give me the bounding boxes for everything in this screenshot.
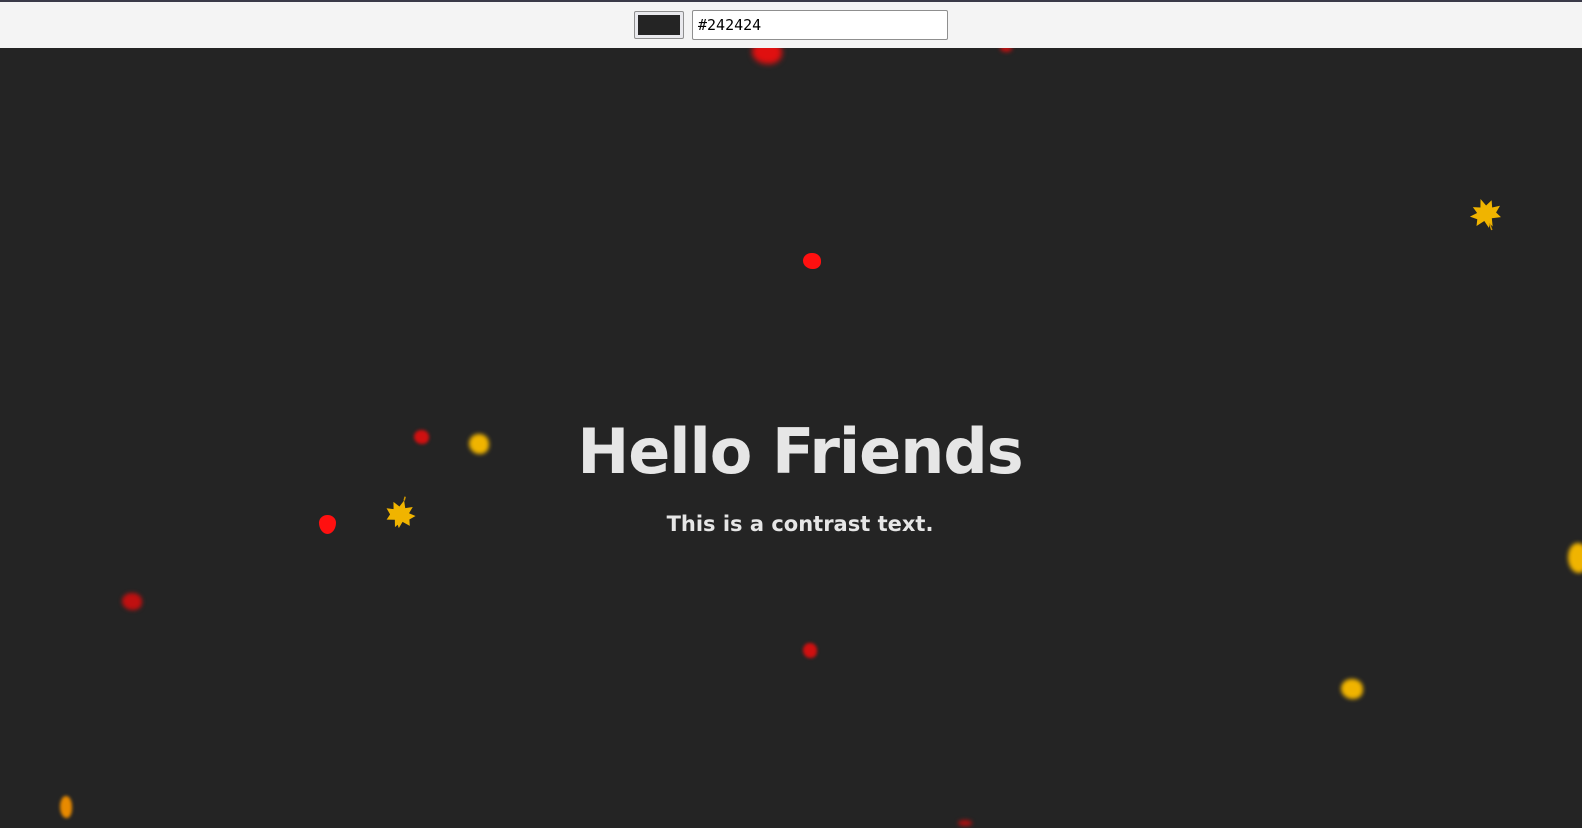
maple-leaf-icon bbox=[1469, 198, 1501, 231]
red-leaf-icon bbox=[752, 48, 782, 64]
yellow-leaf-icon bbox=[1568, 543, 1582, 573]
red-leaf-icon bbox=[803, 643, 817, 658]
contrast-text: This is a contrast text. bbox=[666, 512, 934, 536]
falling-leaves-stage: Hello Friends This is a contrast text. bbox=[0, 48, 1582, 828]
color-picker-button[interactable] bbox=[634, 11, 684, 39]
red-leaf-icon bbox=[1000, 48, 1012, 52]
orange-leaf-icon bbox=[60, 796, 72, 818]
color-toolbar bbox=[0, 2, 1582, 48]
hex-color-input[interactable] bbox=[692, 10, 948, 40]
page-title: Hello Friends bbox=[577, 415, 1023, 488]
color-swatch bbox=[638, 15, 680, 35]
red-leaf-icon bbox=[803, 253, 821, 269]
red-leaf-icon bbox=[122, 593, 142, 610]
yellow-leaf-icon bbox=[1341, 679, 1363, 699]
red-leaf-icon bbox=[958, 820, 972, 826]
